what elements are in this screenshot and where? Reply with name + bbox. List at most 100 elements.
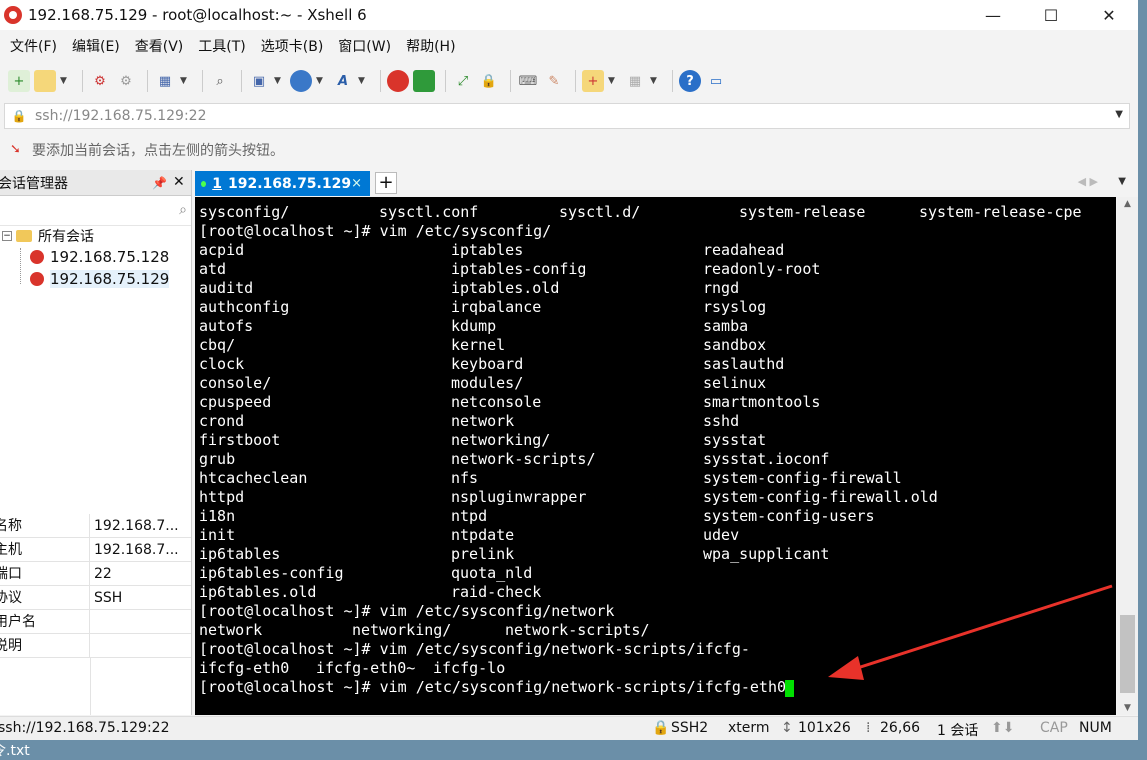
new-session-icon[interactable]: + [8,70,30,92]
status-protocol: SSH2 [671,720,709,736]
fullscreen-icon[interactable]: ⤢ [452,70,474,92]
pin-icon[interactable]: 📌 [152,176,167,190]
message-icon[interactable]: ▭ [705,70,727,92]
tab-close-icon[interactable]: × [351,176,362,191]
search-icon[interactable]: ⌕ [179,202,187,218]
folder-icon [16,230,32,242]
terminal-text: auditd [199,279,254,297]
panel-close-icon[interactable]: ✕ [173,174,185,190]
status-numlock: NUM [1079,720,1112,736]
status-size: 101x26 [798,720,851,736]
menu-tools[interactable]: 工具(T) [188,35,250,59]
status-sessions: 1 会话 [937,723,979,739]
menu-view[interactable]: 查看(V) [125,35,189,59]
disconnect-icon[interactable]: ⚙ [115,70,137,92]
tile-icon[interactable]: ▦ [624,70,646,92]
terminal-text: system-release [739,203,866,221]
layout-icon[interactable]: ▣ [248,70,270,92]
terminal-text: selinux [703,374,767,392]
terminal-text: nspluginwrapper [451,488,587,506]
properties-icon[interactable]: ▦ [154,70,176,92]
terminal-text: saslauthd [703,355,785,373]
menu-help[interactable]: 帮助(H) [396,35,460,59]
session-nav-icons[interactable]: ⬆⬇ [991,720,1014,736]
scroll-thumb[interactable] [1120,615,1135,693]
desktop-file-label[interactable]: 令.txt [0,740,30,760]
font-dropdown-icon[interactable]: ▼ [358,76,368,86]
terminal-text: firstboot [199,431,281,449]
prop-row: 说明 [0,634,191,658]
terminal-text: sandbox [703,336,767,354]
globe-dropdown-icon[interactable]: ▼ [316,76,326,86]
menu-file[interactable]: 文件(F) [0,35,62,59]
open-dropdown-icon[interactable]: ▼ [60,76,70,86]
terminal-text: sshd [703,412,740,430]
address-dropdown-icon[interactable]: ▼ [1115,109,1123,120]
add-tab-icon[interactable]: + [582,70,604,92]
tab-scroll-icons[interactable]: ◀ ▶ [1078,175,1098,188]
menu-window[interactable]: 窗口(W) [328,35,396,59]
title-bar: 192.168.75.129 - root@localhost:~ - Xshe… [0,0,1138,30]
font-icon[interactable]: A [332,70,354,92]
open-folder-icon[interactable] [34,70,56,92]
connect-icon[interactable]: ⚙ [89,70,111,92]
terminal-text: network-scripts/ [505,621,650,639]
session-manager-panel: 会话管理器 📌 ✕ ⌕ − 所有会话 192.168.75.128 192.16… [0,170,192,715]
session-manager-title: 会话管理器 [0,175,68,192]
minimize-button[interactable]: — [964,0,1022,30]
terminal-scrollbar[interactable]: ▲ ▼ [1117,197,1138,715]
xshell-icon[interactable] [387,70,409,92]
layout-dropdown-icon[interactable]: ▼ [274,76,284,86]
help-icon[interactable]: ? [679,70,701,92]
scroll-down-icon[interactable]: ▼ [1117,703,1138,713]
highlight-icon[interactable]: ✎ [543,70,565,92]
terminal-text: rsyslog [703,298,767,316]
arrow-bookmark-icon[interactable]: ➘ [10,142,26,158]
status-position: 26,66 [880,720,921,736]
terminal-text: samba [703,317,749,335]
hint-text: 要添加当前会话，点击左侧的箭头按钮。 [32,143,284,159]
scroll-up-icon[interactable]: ▲ [1117,199,1138,209]
session-properties: 名称 192.168.7... 主机 192.168.7... 端口 22 协议… [0,514,191,715]
terminal-text: irqbalance [451,298,542,316]
status-caps: CAP [1040,720,1068,736]
xshell-logo-icon [4,6,22,24]
terminal-text: network [451,412,515,430]
terminal-text: udev [703,526,740,544]
tab-session-active[interactable]: 1 192.168.75.129 × [195,171,370,196]
status-term: xterm [728,720,770,736]
new-tab-button[interactable]: + [375,172,397,194]
keyboard-icon[interactable]: ⌨ [517,70,539,92]
session-item[interactable]: 192.168.75.128 [30,248,169,266]
find-icon[interactable]: ⌕ [209,70,231,92]
globe-icon[interactable] [290,70,312,92]
session-icon [30,272,44,286]
terminal-text: ifcfg-eth0~ [316,659,416,677]
tab-number: 1 [212,175,222,192]
xftp-icon[interactable] [413,70,435,92]
terminal-text: network [199,621,263,639]
maximize-button[interactable]: ☐ [1022,0,1080,30]
address-bar[interactable]: 🔒 ssh://192.168.75.129:22 ▼ [4,103,1130,129]
tab-list-dropdown-icon[interactable]: ▼ [1118,176,1126,187]
tab-bar: 1 192.168.75.129 × + ◀ ▶ ▼ [193,170,1138,196]
terminal-text: clock [199,355,245,373]
menu-edit[interactable]: 编辑(E) [62,35,125,59]
session-item-selected[interactable]: 192.168.75.129 [30,270,170,288]
terminal-text: network-scripts/ [451,450,596,468]
menu-tab[interactable]: 选项卡(B) [251,35,329,59]
terminal-text: netconsole [451,393,542,411]
terminal-output[interactable]: sysconfig/sysctl.conf sysctl.d/system-rel… [195,197,1116,715]
tile-dropdown-icon[interactable]: ▼ [650,76,660,86]
add-tab-dropdown-icon[interactable]: ▼ [608,76,618,86]
properties-dropdown-icon[interactable]: ▼ [180,76,190,86]
close-button[interactable]: ✕ [1080,0,1138,30]
tree-root-all-sessions[interactable]: − 所有会话 [0,226,94,246]
lock-icon[interactable]: 🔒 [478,70,500,92]
prop-row: 协议 SSH [0,586,191,610]
collapse-icon[interactable]: − [2,231,12,241]
address-input[interactable]: ssh://192.168.75.129:22 [35,108,206,124]
terminal-text: system-config-firewall.old [703,488,938,506]
terminal-text: iptables.old [451,279,560,297]
session-search-input[interactable]: ⌕ [0,196,191,226]
